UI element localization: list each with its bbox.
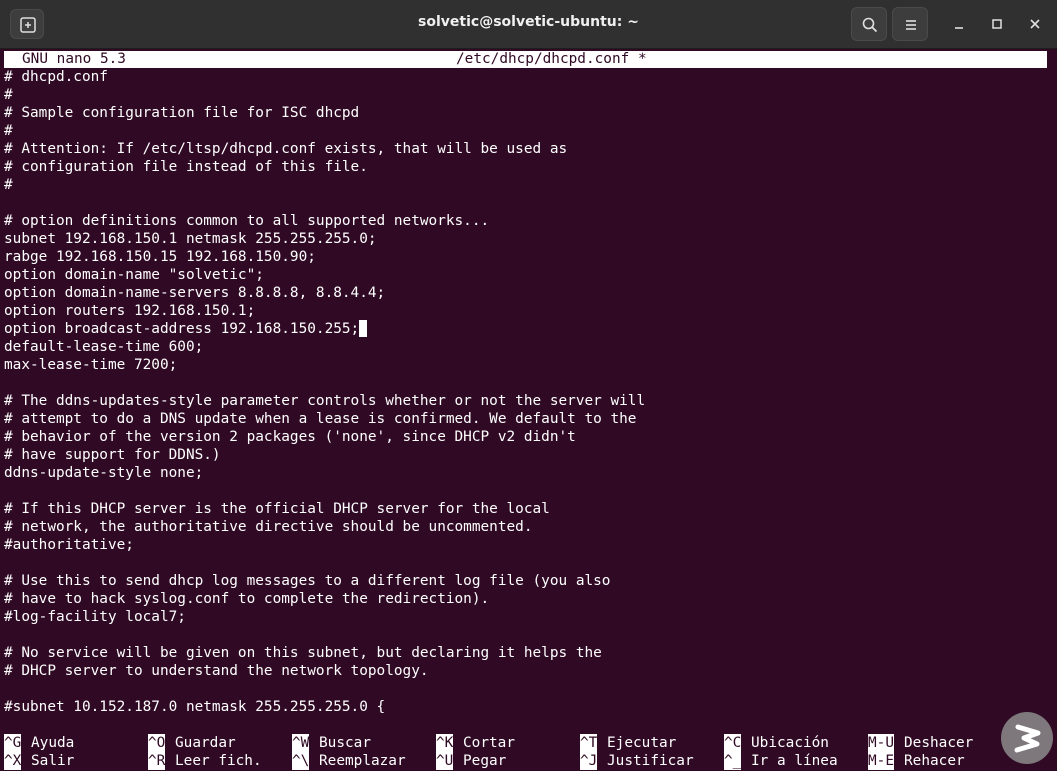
search-button[interactable] xyxy=(851,7,887,41)
minimize-icon xyxy=(955,27,963,29)
shortcut-label: Ejecutar xyxy=(607,735,677,751)
shortcut-key: ^\ xyxy=(292,752,310,770)
editor-line: # have support for DDNS.) xyxy=(4,447,221,463)
file-name: /etc/dhcp/dhcpd.conf * xyxy=(456,51,647,67)
solvetic-logo-icon xyxy=(1001,712,1053,764)
shortcut-item[interactable]: ^C Ubicación ^_ Ir a línea xyxy=(724,734,864,770)
editor-line: subnet 192.168.150.1 netmask 255.255.255… xyxy=(4,231,377,247)
shortcut-key: M-E xyxy=(868,752,894,770)
shortcut-key: ^O xyxy=(148,734,166,752)
shortcut-label: Reemplazar xyxy=(319,753,406,769)
shortcut-label: Ubicación xyxy=(751,735,829,751)
search-icon xyxy=(862,17,878,33)
editor-line: #authoritative; xyxy=(4,537,134,553)
shortcut-label: Justificar xyxy=(607,753,694,769)
shortcut-label: Guardar xyxy=(175,735,236,751)
nano-header-bar: GNU nano 5.3 /etc/dhcp/dhcpd.conf * xyxy=(4,51,1047,68)
editor-line: # Sample configuration file for ISC dhcp… xyxy=(4,105,360,121)
shortcut-item[interactable]: ^O Guardar ^R Leer fich. xyxy=(148,734,288,770)
scrollbar[interactable] xyxy=(1047,51,1055,751)
editor-line: # Use this to send dhcp log messages to … xyxy=(4,573,611,589)
shortcut-key: ^G xyxy=(4,734,22,752)
shortcut-item[interactable]: ^W Buscar ^\ Reemplazar xyxy=(292,734,432,770)
editor-line: default-lease-time 600; xyxy=(4,339,204,355)
shortcut-item[interactable]: ^K Cortar ^U Pegar xyxy=(436,734,576,770)
shortcut-key: ^C xyxy=(724,734,742,752)
shortcut-label: Ir a línea xyxy=(751,753,838,769)
editor-line: option broadcast-address 192.168.150.255… xyxy=(4,320,368,338)
shortcut-item[interactable]: ^T Ejecutar ^J Justificar xyxy=(580,734,720,770)
editor-line: option domain-name "solvetic"; xyxy=(4,267,264,283)
editor-line: # attempt to do a DNS update when a leas… xyxy=(4,411,637,427)
editor-line: # xyxy=(4,87,13,103)
shortcut-key: M-U xyxy=(868,734,894,752)
maximize-button[interactable] xyxy=(987,14,1007,34)
shortcut-key: ^W xyxy=(292,734,310,752)
shortcut-item[interactable]: ^G Ayuda ^X Salir xyxy=(4,734,144,770)
editor-line: # DHCP server to understand the network … xyxy=(4,663,429,679)
shortcut-key: ^K xyxy=(436,734,454,752)
editor-line: # If this DHCP server is the official DH… xyxy=(4,501,550,517)
text-cursor xyxy=(359,320,368,337)
editor-line: # behavior of the version 2 packages ('n… xyxy=(4,429,576,445)
editor-line: option routers 192.168.150.1; xyxy=(4,303,256,319)
shortcut-label: Rehacer xyxy=(904,753,965,769)
shortcut-item[interactable]: M-U Deshacer M-E Rehacer xyxy=(868,734,1008,770)
close-icon xyxy=(1030,19,1040,29)
minimize-button[interactable] xyxy=(949,14,969,34)
shortcut-key: ^R xyxy=(148,752,166,770)
shortcut-label: Deshacer xyxy=(904,735,974,751)
maximize-icon xyxy=(992,19,1002,29)
editor-line: # have to hack syslog.conf to complete t… xyxy=(4,591,490,607)
editor-line: # No service will be given on this subne… xyxy=(4,645,602,661)
editor-line: #subnet 10.152.187.0 netmask 255.255.255… xyxy=(4,699,386,715)
shortcut-label: Leer fich. xyxy=(175,753,262,769)
shortcut-label: Salir xyxy=(31,753,75,769)
shortcut-label: Cortar xyxy=(463,735,515,751)
shortcut-key: ^T xyxy=(580,734,598,752)
shortcut-key: ^J xyxy=(580,752,598,770)
title-bar: solvetic@solvetic-ubuntu: ~ xyxy=(0,0,1057,49)
editor-line: ddns-update-style none; xyxy=(4,465,204,481)
shortcut-key: ^X xyxy=(4,752,22,770)
editor-line: # xyxy=(4,123,13,139)
editor-line: # Attention: If /etc/ltsp/dhcpd.conf exi… xyxy=(4,141,568,157)
hamburger-menu-icon xyxy=(906,20,916,30)
editor-line: rabge 192.168.150.15 192.168.150.90; xyxy=(4,249,316,265)
shortcut-label: Buscar xyxy=(319,735,371,751)
editor-line: # dhcpd.conf xyxy=(4,69,108,85)
terminal-window: solvetic@solvetic-ubuntu: ~ GNU nano 5.3… xyxy=(0,0,1057,771)
nano-version: GNU nano 5.3 xyxy=(22,51,126,67)
shortcut-label: Pegar xyxy=(463,753,507,769)
editor-line: # option definitions common to all suppo… xyxy=(4,213,490,229)
editor-line: # configuration file instead of this fil… xyxy=(4,159,368,175)
menu-button[interactable] xyxy=(892,7,928,41)
terminal-area[interactable]: GNU nano 5.3 /etc/dhcp/dhcpd.conf * # dh… xyxy=(0,49,1057,771)
shortcut-label: Ayuda xyxy=(31,735,75,751)
editor-line: # The ddns-updates-style parameter contr… xyxy=(4,393,646,409)
editor-line: option domain-name-servers 8.8.8.8, 8.8.… xyxy=(4,285,386,301)
close-button[interactable] xyxy=(1025,14,1045,34)
editor-line: # xyxy=(4,177,13,193)
shortcut-key: ^U xyxy=(436,752,454,770)
shortcut-key: ^_ xyxy=(724,752,742,770)
editor-line: #log-facility local7; xyxy=(4,609,186,625)
editor-line: # network, the authoritative directive s… xyxy=(4,519,533,535)
editor-line: max-lease-time 7200; xyxy=(4,357,178,373)
